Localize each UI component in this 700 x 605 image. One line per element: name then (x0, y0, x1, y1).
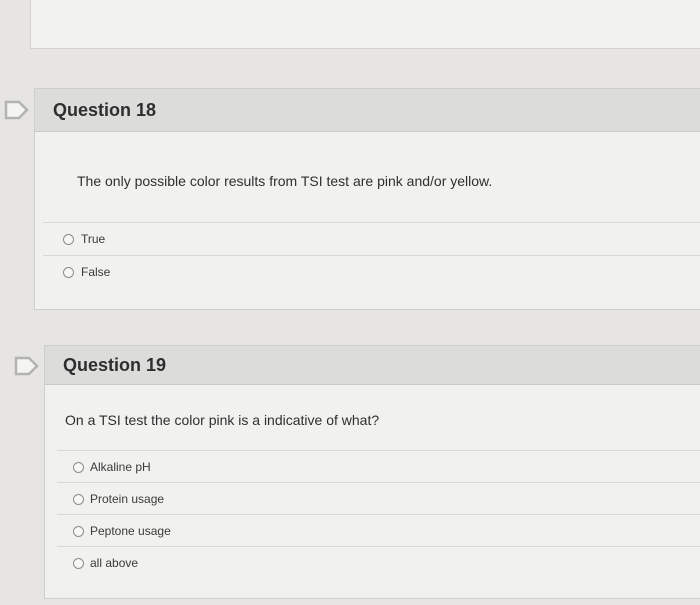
flag-icon[interactable] (14, 356, 40, 376)
radio-button[interactable] (73, 526, 84, 537)
previous-question-block (30, 0, 700, 49)
question-text: On a TSI test the color pink is a indica… (65, 412, 380, 428)
answer-label: False (81, 265, 111, 279)
radio-button[interactable] (63, 267, 74, 278)
question-card: Question 18 The only possible color resu… (34, 88, 700, 310)
radio-button[interactable] (73, 558, 84, 569)
radio-button[interactable] (73, 494, 84, 505)
answer-option[interactable]: False (43, 255, 700, 288)
answer-option[interactable]: all above (57, 546, 700, 579)
answer-label: all above (90, 556, 139, 570)
answer-option[interactable]: Alkaline pH (57, 450, 700, 483)
answer-option[interactable]: Protein usage (57, 482, 700, 515)
answer-option[interactable]: Peptone usage (57, 514, 700, 547)
question-title: Question 18 (53, 100, 157, 120)
question-text: The only possible color results from TSI… (77, 173, 493, 189)
question-title: Question 19 (63, 355, 167, 375)
question-card: Question 19 On a TSI test the color pink… (44, 345, 700, 599)
answer-label: Peptone usage (90, 524, 171, 538)
answer-label: Alkaline pH (90, 460, 151, 474)
radio-button[interactable] (73, 462, 84, 473)
answer-label: True (81, 232, 106, 246)
radio-button[interactable] (63, 234, 74, 245)
answer-option[interactable]: True (43, 222, 700, 255)
flag-icon[interactable] (4, 100, 30, 120)
answer-label: Protein usage (90, 492, 165, 506)
